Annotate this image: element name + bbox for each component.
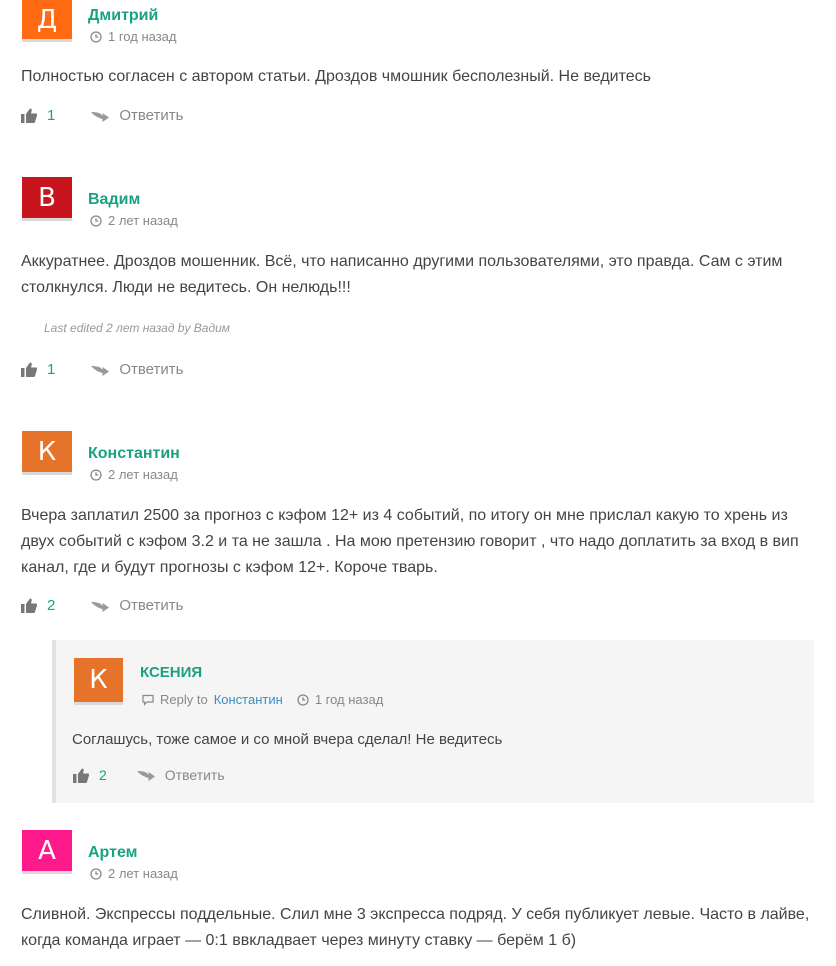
reply-button[interactable]: Ответить [136, 767, 225, 783]
avatar[interactable]: Д [22, 0, 72, 42]
thumbs-up-icon [73, 768, 89, 783]
clock-icon [90, 214, 102, 227]
avatar[interactable]: К [22, 431, 72, 475]
like-button[interactable]: 1 [21, 107, 91, 124]
avatar[interactable]: А [22, 830, 72, 874]
reply-label: Ответить [119, 597, 184, 614]
reply-to-author-link[interactable]: Константин [214, 692, 283, 707]
avatar[interactable]: В [22, 177, 72, 221]
reply-label: Ответить [119, 361, 184, 378]
like-count: 1 [47, 107, 56, 124]
clock-icon [90, 867, 102, 880]
comment-text: Вчера заплатил 2500 за прогноз с кэфом 1… [21, 507, 799, 576]
comment-time[interactable]: 1 год назад [315, 692, 383, 707]
comment-time[interactable]: 1 год назад [108, 29, 176, 44]
edited-note: Last edited 2 лет назад by Вадим [44, 321, 231, 335]
comment-time[interactable]: 2 лет назад [108, 213, 178, 228]
reply-label: Ответить [119, 107, 184, 124]
reply-button[interactable]: Ответить [91, 361, 183, 378]
comment-meta: 2 лет назад [90, 866, 178, 881]
comment-time[interactable]: 2 лет назад [108, 467, 178, 482]
comment-actions: 2 Ответить [73, 767, 225, 783]
comment-author[interactable]: Дмитрий [88, 7, 158, 25]
reply-arrow-icon [91, 111, 110, 122]
comment-meta: 1 год назад [90, 29, 176, 44]
comment-text: Соглашусь, тоже самое и со мной вчера сд… [72, 731, 503, 748]
reply-button[interactable]: Ответить [91, 107, 183, 124]
comment-author[interactable]: Константин [88, 445, 180, 463]
reply-label: Ответить [164, 767, 225, 783]
comment-meta: Reply to Константин 1 год назад [142, 692, 383, 707]
comment-actions: 1 Ответить [21, 361, 183, 378]
thumbs-up-icon [21, 362, 37, 377]
comment-author[interactable]: Вадим [88, 191, 140, 209]
comment-actions: 2 Ответить [21, 597, 183, 614]
comment-author[interactable]: КСЕНИЯ [140, 664, 202, 681]
like-count: 1 [47, 361, 56, 378]
clock-icon [90, 30, 102, 43]
like-button[interactable]: 1 [21, 361, 91, 378]
reply-arrow-icon [91, 601, 110, 612]
reply-button[interactable]: Ответить [91, 597, 183, 614]
comment-text: Полностью согласен с автором статьи. Дро… [21, 68, 651, 85]
comment-time[interactable]: 2 лет назад [108, 866, 178, 881]
clock-icon [90, 468, 102, 481]
like-count: 2 [99, 767, 107, 783]
reply-to-label: Reply to [160, 692, 208, 707]
like-button[interactable]: 2 [73, 767, 137, 783]
like-button[interactable]: 2 [21, 597, 91, 614]
thumbs-up-icon [21, 598, 37, 613]
reply-arrow-icon [136, 771, 155, 781]
comment-actions: 1 Ответить [21, 107, 183, 124]
avatar[interactable]: К [74, 658, 123, 705]
comment-text: Сливной. Экспрессы поддельные. Слил мне … [21, 906, 810, 949]
clock-icon [297, 693, 309, 706]
comment-text: Аккуратнее. Дроздов мошенник. Всё, что н… [21, 253, 783, 296]
reply-arrow-icon [91, 365, 110, 376]
comment-meta: 2 лет назад [90, 213, 178, 228]
thumbs-up-icon [21, 108, 37, 123]
comment-meta: 2 лет назад [90, 467, 178, 482]
speech-bubble-icon [142, 694, 154, 706]
comment-author[interactable]: Артем [88, 844, 137, 862]
like-count: 2 [47, 597, 56, 614]
